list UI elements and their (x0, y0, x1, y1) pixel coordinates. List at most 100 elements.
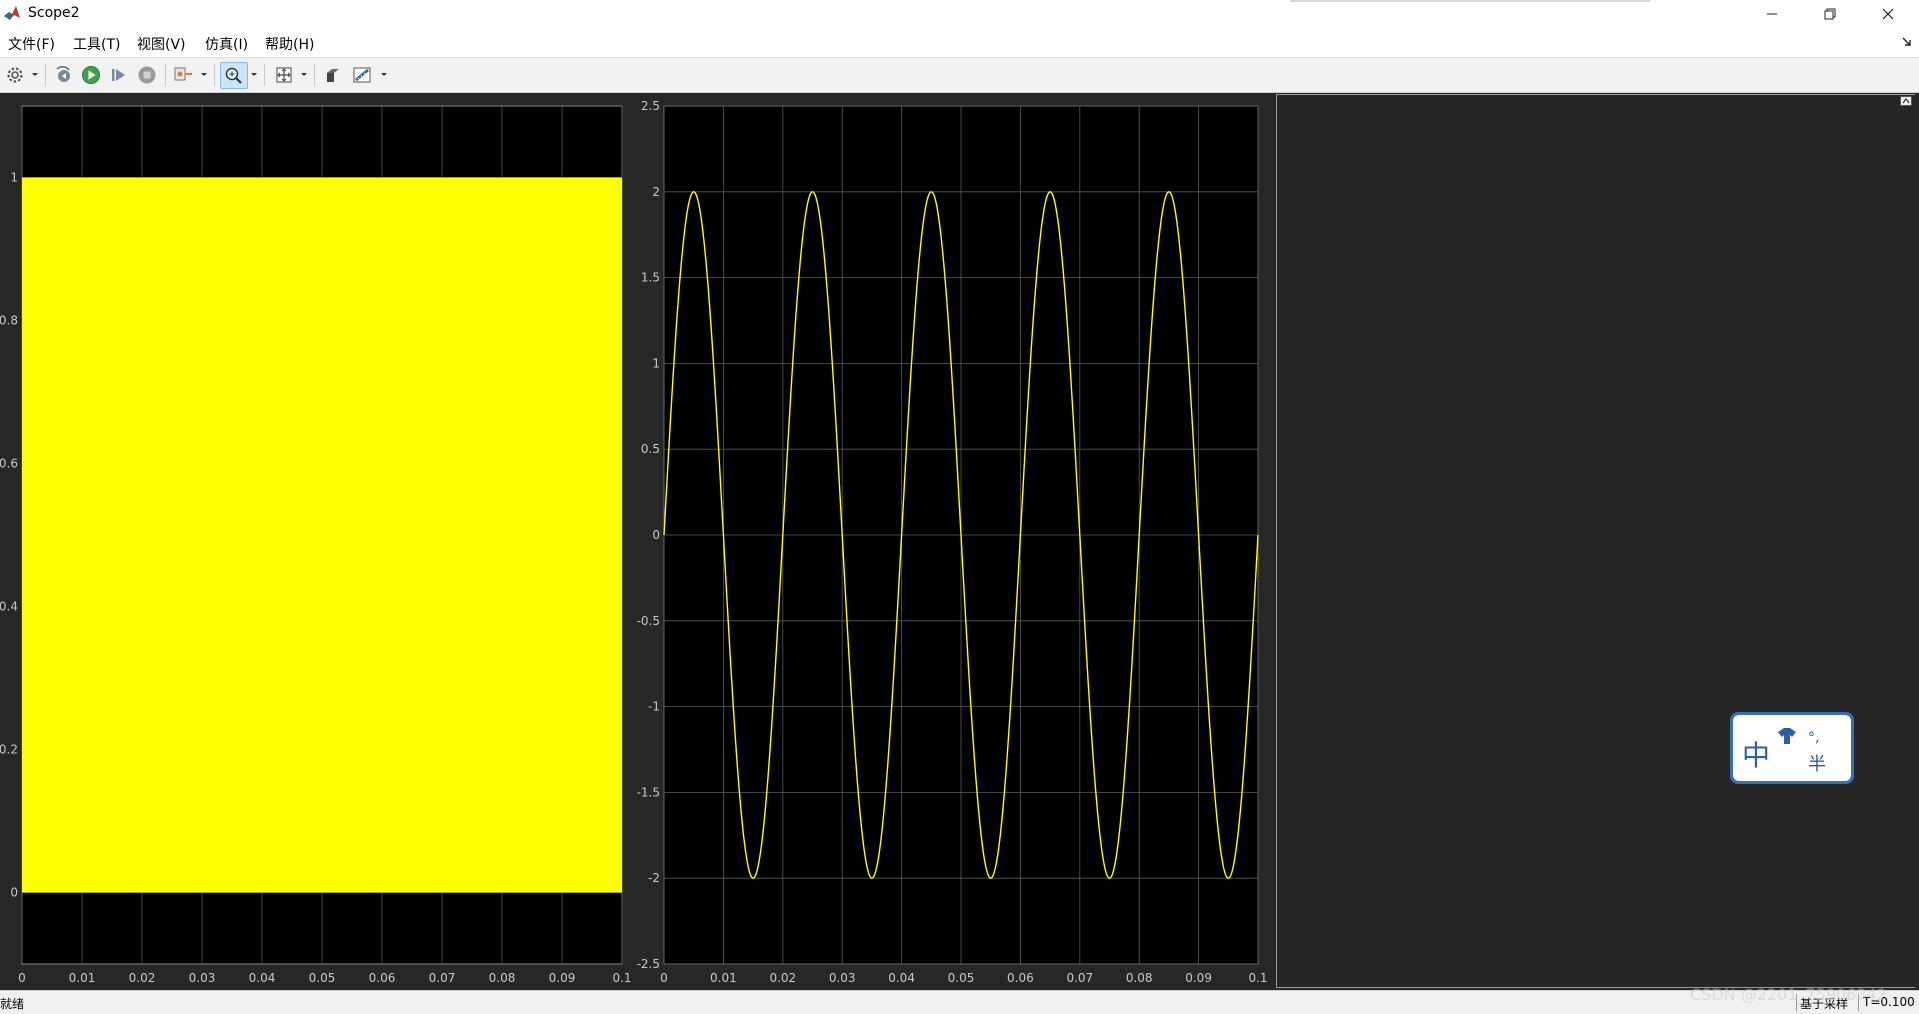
style-button[interactable] (321, 63, 345, 87)
x-tick-label: 0.01 (69, 971, 96, 985)
x-tick-label: 0.02 (769, 971, 796, 985)
zoom-in-icon (225, 67, 242, 84)
signal-select-icon (174, 67, 192, 81)
x-tick-label: 0.08 (1126, 971, 1153, 985)
step-back-button[interactable] (52, 63, 74, 87)
y-tick-label: -1 (648, 700, 660, 714)
ime-punct-char: °, (1808, 730, 1819, 746)
restore-button[interactable] (1801, 0, 1859, 28)
scope-plot-area: 0 0.01 0.02 0.03 0.04 0.05 0.06 0.07 0.08 0.09 0.1… (0, 99, 1268, 985)
measure-icon (353, 67, 371, 83)
chevron-down-icon[interactable] (300, 67, 308, 81)
y-tick-label: 0.4 (0, 600, 18, 614)
x-tick-label: 0 (660, 971, 668, 985)
x-tick-label: 0.04 (888, 971, 915, 985)
ime-mode-char: 中 (1742, 739, 1770, 772)
menu-file[interactable]: 文件(F) (8, 34, 55, 54)
toolbar (0, 58, 1919, 93)
toolbar-separator (165, 64, 166, 86)
ime-status-widget[interactable]: 中 °, 半 (1728, 710, 1858, 788)
x-tick-label: 0.04 (249, 971, 276, 985)
x-tick-label: 0.05 (948, 971, 975, 985)
y-tick-label: -0.5 (637, 614, 660, 628)
plot-1[interactable]: 0 0.01 0.02 0.03 0.04 0.05 0.06 0.07 0.08 0.09 0.1… (0, 105, 632, 985)
step-forward-button[interactable] (108, 63, 130, 87)
x-tick-label: 0.06 (369, 971, 396, 985)
toolbar-separator (45, 64, 46, 86)
expand-icon[interactable] (1900, 96, 1912, 106)
x-tick-label: 0.09 (1185, 971, 1212, 985)
y-tick-label: -2.5 (637, 957, 660, 971)
style-icon (327, 69, 339, 82)
empty-display-panel (1276, 94, 1915, 988)
y-tick-label: 1 (652, 356, 660, 370)
plot-2[interactable]: 0 0.01 0.02 0.03 0.04 0.05 0.06 0.07 0.08 0.09 0.1… (637, 99, 1268, 985)
menu-tools[interactable]: 工具(T) (73, 34, 120, 54)
window-title: Scope2 (28, 5, 80, 21)
signal-select-button[interactable] (172, 63, 196, 87)
close-button[interactable] (1859, 0, 1917, 28)
x-tick-label: 0.03 (829, 971, 856, 985)
minimize-button[interactable] (1743, 0, 1801, 28)
y-tick-label: 0 (10, 886, 18, 900)
x-tick-label: 0.09 (549, 971, 576, 985)
y-tick-label: 0 (652, 528, 660, 542)
restore-icon (1824, 8, 1836, 20)
ime-width-char: 半 (1808, 754, 1826, 775)
y-tick-label: 0.8 (0, 314, 18, 328)
y-tick-label: -1.5 (637, 785, 660, 799)
plot-1-y-tick-labels: 0 0.2 0.4 0.6 0.8 1 (0, 171, 18, 900)
x-tick-label: 0.03 (189, 971, 216, 985)
matlab-logo-icon (3, 4, 21, 22)
series-fill (22, 177, 622, 893)
x-tick-label: 0.06 (1007, 971, 1034, 985)
x-tick-label: 0.05 (309, 971, 336, 985)
undock-icon[interactable] (1901, 36, 1913, 48)
menu-simulation[interactable]: 仿真(I) (205, 34, 248, 54)
chevron-down-icon[interactable] (31, 67, 39, 81)
x-tick-label: 0.01 (710, 971, 737, 985)
step-forward-icon (112, 69, 125, 81)
measure-button[interactable] (351, 63, 375, 87)
plot-1-series (22, 177, 622, 893)
x-tick-label: 0.1 (1248, 971, 1267, 985)
fit-axes-icon (276, 67, 292, 83)
zoom-in-button[interactable] (220, 62, 248, 89)
x-tick-label: 0.02 (129, 971, 156, 985)
status-bar: 就绪 基于采样 T=0.100 (0, 990, 1919, 1014)
chevron-down-icon[interactable] (250, 67, 258, 81)
y-tick-label: 2.5 (641, 99, 660, 113)
title-bar: Scope2 (0, 0, 1919, 29)
toolbar-separator (314, 64, 315, 86)
watermark-text: CSDN @2201_75906342 (1690, 985, 1887, 1004)
plot-2-y-tick-labels: -2.5 -2 -1.5 -1 -0.5 0 0.5 1 1.5 2 2.5 (637, 99, 660, 971)
chevron-down-icon[interactable] (200, 67, 208, 81)
toolbar-separator (214, 64, 215, 86)
settings-button[interactable] (4, 63, 26, 87)
y-tick-label: 0.2 (0, 743, 18, 757)
menu-view[interactable]: 视图(V) (137, 34, 186, 54)
run-button[interactable] (80, 63, 102, 87)
x-tick-label: 0.07 (429, 971, 456, 985)
chevron-down-icon[interactable] (380, 67, 388, 81)
stop-button[interactable] (136, 63, 158, 87)
plot-2-x-tick-labels: 0 0.01 0.02 0.03 0.04 0.05 0.06 0.07 0.08 0.09 0.1 (660, 971, 1267, 985)
run-icon (82, 66, 100, 84)
close-icon (1882, 8, 1894, 20)
toolbar-separator (264, 64, 265, 86)
y-tick-label: 0.5 (641, 442, 660, 456)
y-tick-label: 2 (652, 185, 660, 199)
y-tick-label: 1 (10, 171, 18, 185)
background-window-edge (1290, 0, 1650, 2)
fit-axes-button[interactable] (272, 63, 296, 87)
status-text: 就绪 (0, 997, 25, 1011)
menu-help[interactable]: 帮助(H) (265, 34, 314, 54)
y-tick-label: 0.6 (0, 457, 18, 471)
x-tick-label: 0.1 (612, 971, 631, 985)
x-tick-label: 0 (18, 971, 26, 985)
y-tick-label: -2 (648, 871, 660, 885)
plot-1-x-tick-labels: 0 0.01 0.02 0.03 0.04 0.05 0.06 0.07 0.08 0.09 0.1 (18, 971, 631, 985)
gear-icon (7, 67, 23, 83)
x-tick-label: 0.07 (1066, 971, 1093, 985)
menu-bar: 文件(F) 工具(T) 视图(V) 仿真(I) 帮助(H) (0, 28, 1919, 58)
